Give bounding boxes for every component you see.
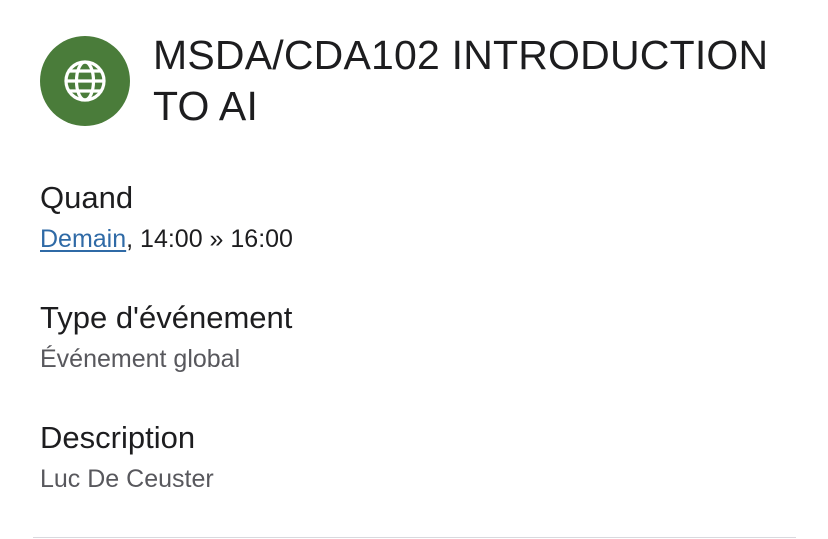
event-type-label: Type d'événement — [40, 300, 293, 335]
divider — [33, 537, 796, 538]
when-section: Quand Demain, 14:00 » 16:00 — [40, 179, 293, 255]
event-title: MSDA/CDA102 INTRODUCTION TO AI — [153, 32, 769, 129]
when-label: Quand — [40, 180, 134, 215]
event-type-section: Type d'événement Événement global — [40, 299, 292, 375]
globe-icon — [64, 60, 106, 102]
description-section: Description Luc De Ceuster — [40, 419, 214, 495]
event-type-icon — [40, 36, 130, 126]
date-link[interactable]: Demain — [40, 225, 126, 253]
description-value: Luc De Ceuster — [40, 465, 214, 493]
description-label: Description — [40, 420, 196, 455]
when-value: Demain, 14:00 » 16:00 — [40, 223, 293, 255]
time-range: , 14:00 » 16:00 — [126, 225, 293, 253]
event-type-value: Événement global — [40, 345, 241, 373]
